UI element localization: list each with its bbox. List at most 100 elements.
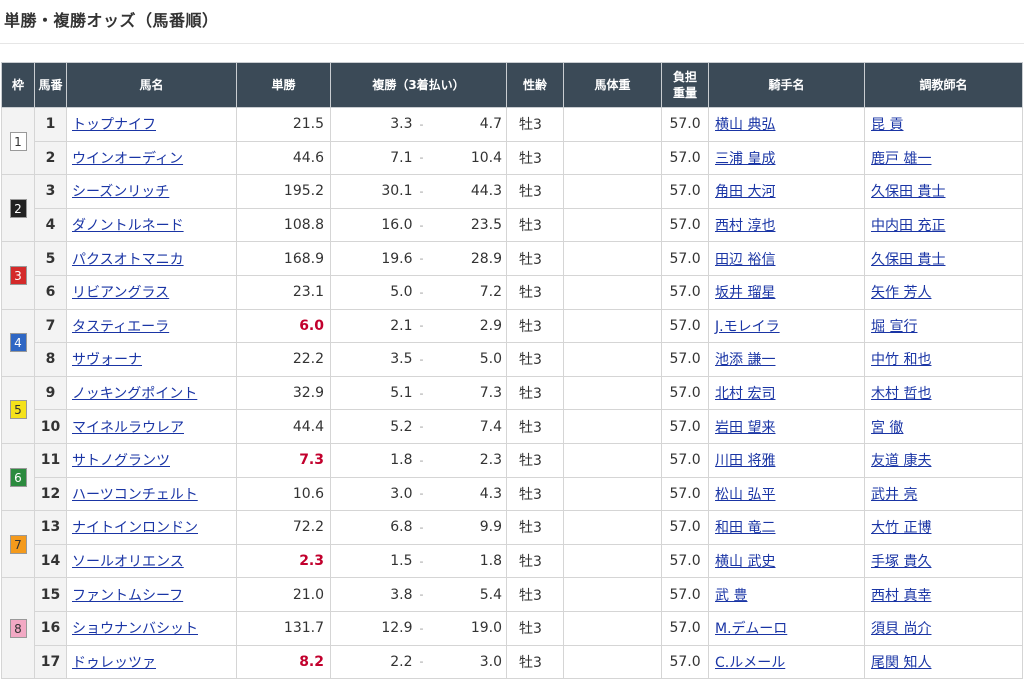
table-header: 枠 馬番 馬名 単勝 複勝（3着払い） 性齢 馬体重 負担 重量 騎手名 調教師名 — [1, 62, 1024, 108]
trainer-link[interactable]: 久保田 貴士 — [871, 252, 945, 268]
horse-name-link[interactable]: パクスオトマニカ — [72, 252, 184, 268]
win-odds: 195.2 — [236, 174, 331, 209]
trainer-cell: 須貝 尚介 — [864, 610, 1024, 646]
place-odds-min: 2.1 — [330, 308, 417, 344]
trainer-link[interactable]: 久保田 貴士 — [871, 184, 945, 200]
horse-name-link[interactable]: ダノントルネード — [72, 218, 184, 234]
trainer-cell: 久保田 貴士 — [864, 241, 1024, 276]
horse-name-link[interactable]: ソールオリエンス — [72, 554, 184, 570]
horse-name-link[interactable]: ノッキングポイント — [72, 386, 197, 402]
place-odds-separator: - — [416, 409, 427, 444]
jockey-link[interactable]: 横山 武史 — [715, 554, 775, 570]
win-odds: 108.8 — [236, 207, 331, 243]
place-odds-min: 3.3 — [330, 107, 417, 142]
trainer-link[interactable]: 鹿戸 雄一 — [871, 151, 931, 167]
body-weight — [563, 107, 663, 142]
jockey-link[interactable]: 横山 典弘 — [715, 117, 775, 133]
place-odds-min: 3.5 — [330, 342, 417, 377]
place-odds-separator: - — [416, 107, 427, 142]
jockey-link[interactable]: J.モレイラ — [715, 319, 780, 335]
jockey-link[interactable]: C.ルメール — [715, 655, 785, 671]
horse-name-link[interactable]: ハーツコンチェルト — [72, 487, 198, 503]
body-weight — [563, 543, 663, 579]
trainer-link[interactable]: 武井 亮 — [871, 487, 917, 503]
table-body: 1 1 トップナイフ 21.5 3.3-4.7 牡3 57.0 横山 典弘昆 貢 2 ウインオーデ… — [1, 106, 1024, 680]
table-row: 7 13 ナイトインロンドン 72.2 6.8-9.9 牡3 57.0 和田 竜二 大竹 正博 — [1, 510, 1024, 579]
waku-cell: 8 — [1, 577, 35, 680]
jockey-link[interactable]: 池添 謙一 — [715, 352, 775, 368]
jockey-link[interactable]: 武 豊 — [715, 588, 747, 604]
trainer-link[interactable]: 昆 貢 — [871, 117, 903, 133]
horse-name-cell: ファントムシーフ — [66, 577, 237, 612]
body-weight — [563, 409, 663, 444]
horse-name-link[interactable]: シーズンリッチ — [72, 184, 169, 200]
trainer-link[interactable]: 友道 康夫 — [871, 453, 931, 469]
place-odds-min: 12.9 — [330, 610, 417, 646]
horse-name-cell: ドゥレッツァ — [66, 644, 237, 680]
win-odds: 23.1 — [236, 274, 331, 310]
place-odds-min: 19.6 — [330, 241, 417, 276]
jockey-link[interactable]: 角田 大河 — [715, 184, 775, 200]
table-row: 8 サヴォーナ 22.2 3.5-5.0 牡3 57.0 池添 謙一 中竹 和也 — [2, 342, 1024, 377]
jockey-cell: 西村 淳也 — [708, 207, 866, 243]
horse-name-link[interactable]: タスティエーラ — [72, 319, 169, 335]
trainer-cell: 友道 康夫 — [864, 442, 1024, 478]
jockey-link[interactable]: 和田 竜二 — [715, 520, 775, 536]
horse-name-cell: リビアングラス — [66, 274, 237, 310]
jockey-link[interactable]: 川田 将雅 — [715, 453, 775, 469]
trainer-link[interactable]: 宮 徹 — [871, 420, 903, 436]
horse-name-link[interactable]: サヴォーナ — [72, 352, 142, 368]
trainer-link[interactable]: 中竹 和也 — [871, 352, 931, 368]
sex-age: 牡3 — [506, 409, 565, 444]
jockey-link[interactable]: 北村 宏司 — [715, 386, 775, 402]
horse-name-link[interactable]: サトノグランツ — [72, 453, 170, 469]
jockey-link[interactable]: 田辺 裕信 — [715, 252, 775, 268]
body-weight — [563, 241, 663, 276]
sex-age: 牡3 — [506, 644, 565, 680]
waku-cell: 1 — [1, 106, 35, 176]
trainer-cell: 木村 哲也 — [864, 375, 1024, 411]
horse-name-link[interactable]: ファントムシーフ — [72, 588, 183, 604]
place-odds-max: 10.4 — [426, 140, 508, 176]
jockey-cell: 横山 武史 — [708, 543, 866, 579]
trainer-link[interactable]: 矢作 芳人 — [871, 285, 931, 301]
carried-weight: 57.0 — [661, 476, 710, 512]
waku-badge: 8 — [9, 618, 27, 638]
jockey-link[interactable]: 三浦 皇成 — [715, 151, 775, 167]
horse-name-link[interactable]: ナイトインロンドン — [72, 520, 198, 536]
horse-name-link[interactable]: ショウナンバシット — [72, 621, 198, 637]
jockey-cell: 横山 典弘 — [708, 107, 866, 142]
trainer-link[interactable]: 須貝 尚介 — [871, 621, 931, 637]
header-horse-name: 馬名 — [66, 62, 237, 108]
horse-name-link[interactable]: ドゥレッツァ — [72, 655, 156, 671]
trainer-link[interactable]: 尾関 知人 — [871, 655, 931, 671]
win-odds: 7.3 — [236, 442, 331, 478]
horse-name-link[interactable]: トップナイフ — [72, 117, 156, 133]
jockey-link[interactable]: 松山 弘平 — [715, 487, 775, 503]
body-weight — [563, 342, 663, 377]
trainer-link[interactable]: 手塚 貴久 — [871, 554, 931, 570]
jockey-link[interactable]: M.デムーロ — [715, 621, 787, 637]
trainer-link[interactable]: 堀 宣行 — [871, 319, 917, 335]
win-odds: 21.0 — [236, 577, 331, 612]
place-odds-min: 3.0 — [330, 476, 417, 512]
table-row: 14 ソールオリエンス 2.3 1.5-1.8 牡3 57.0 横山 武史 手塚 貴久 — [2, 543, 1024, 579]
jockey-link[interactable]: 坂井 瑠星 — [715, 285, 775, 301]
horse-name-link[interactable]: マイネルラウレア — [72, 420, 184, 436]
place-odds-min: 3.8 — [330, 577, 417, 612]
body-weight — [563, 644, 663, 680]
trainer-link[interactable]: 大竹 正博 — [871, 520, 931, 536]
trainer-link[interactable]: 中内田 充正 — [871, 218, 945, 234]
trainer-link[interactable]: 木村 哲也 — [871, 386, 931, 402]
horse-name-link[interactable]: ウインオーディン — [72, 151, 183, 167]
trainer-cell: 宮 徹 — [864, 409, 1024, 444]
header-carried-weight-line2: 重量 — [673, 86, 698, 100]
body-weight — [563, 510, 663, 545]
jockey-link[interactable]: 西村 淳也 — [715, 218, 775, 234]
carried-weight: 57.0 — [661, 409, 710, 444]
trainer-link[interactable]: 西村 真幸 — [871, 588, 931, 604]
header-waku: 枠 — [1, 62, 35, 108]
horse-name-cell: タスティエーラ — [66, 308, 237, 344]
jockey-link[interactable]: 岩田 望来 — [715, 420, 775, 436]
horse-name-link[interactable]: リビアングラス — [72, 285, 169, 301]
